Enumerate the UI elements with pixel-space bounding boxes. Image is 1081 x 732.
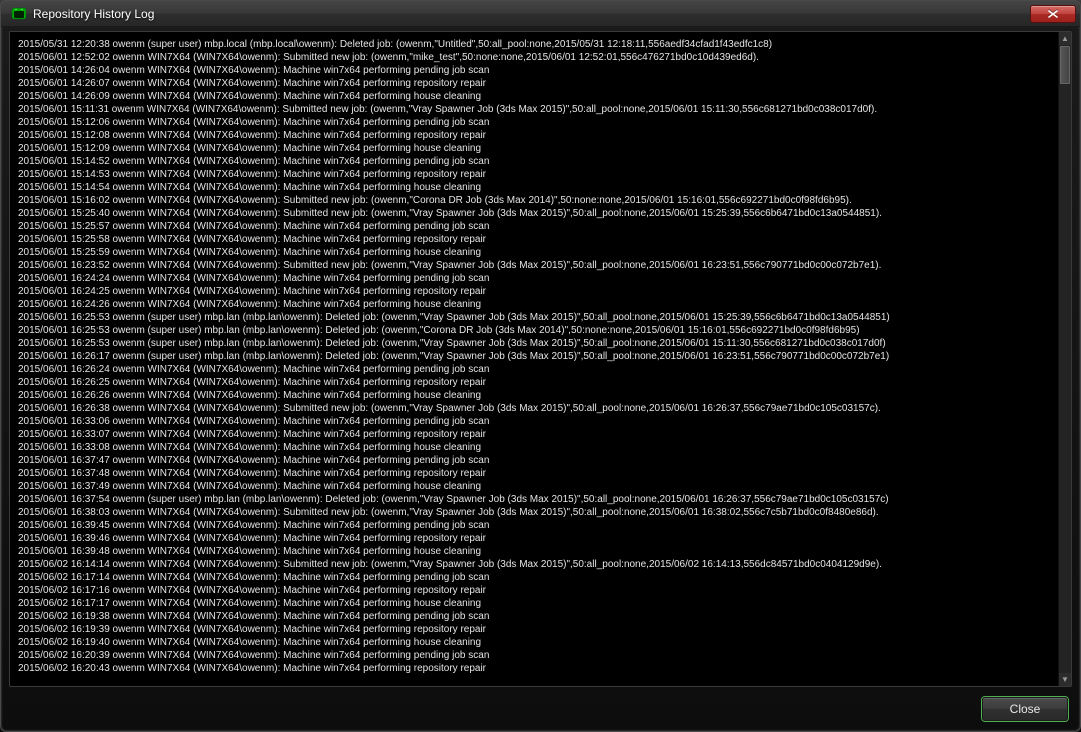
log-line: 2015/06/01 16:38:03 owenm WIN7X64 (WIN7X… — [18, 506, 1050, 519]
log-line: 2015/06/01 16:26:38 owenm WIN7X64 (WIN7X… — [18, 402, 1050, 415]
log-line: 2015/06/01 16:33:08 owenm WIN7X64 (WIN7X… — [18, 441, 1050, 454]
log-line: 2015/06/01 16:26:24 owenm WIN7X64 (WIN7X… — [18, 363, 1050, 376]
dialog-buttons: Close — [982, 697, 1068, 721]
log-panel: 2015/05/31 12:20:38 owenm (super user) m… — [9, 31, 1072, 687]
log-line: 2015/06/02 16:19:38 owenm WIN7X64 (WIN7X… — [18, 610, 1050, 623]
log-line: 2015/06/01 15:12:06 owenm WIN7X64 (WIN7X… — [18, 116, 1050, 129]
window-title: Repository History Log — [33, 7, 1030, 21]
scrollbar-up-arrow-icon[interactable]: ▲ — [1059, 32, 1071, 45]
log-line: 2015/06/01 15:25:57 owenm WIN7X64 (WIN7X… — [18, 220, 1050, 233]
log-line: 2015/06/01 16:39:46 owenm WIN7X64 (WIN7X… — [18, 532, 1050, 545]
log-line: 2015/06/01 16:24:26 owenm WIN7X64 (WIN7X… — [18, 298, 1050, 311]
log-text-area[interactable]: 2015/05/31 12:20:38 owenm (super user) m… — [10, 32, 1058, 686]
log-line: 2015/06/01 16:26:26 owenm WIN7X64 (WIN7X… — [18, 389, 1050, 402]
log-line: 2015/06/01 15:25:59 owenm WIN7X64 (WIN7X… — [18, 246, 1050, 259]
log-line: 2015/06/02 16:20:43 owenm WIN7X64 (WIN7X… — [18, 662, 1050, 675]
log-line: 2015/06/02 16:19:40 owenm WIN7X64 (WIN7X… — [18, 636, 1050, 649]
log-line: 2015/06/01 16:37:49 owenm WIN7X64 (WIN7X… — [18, 480, 1050, 493]
log-line: 2015/06/01 16:23:52 owenm WIN7X64 (WIN7X… — [18, 259, 1050, 272]
log-line: 2015/06/01 15:14:53 owenm WIN7X64 (WIN7X… — [18, 168, 1050, 181]
log-line: 2015/06/01 14:26:07 owenm WIN7X64 (WIN7X… — [18, 77, 1050, 90]
log-line: 2015/06/01 16:33:06 owenm WIN7X64 (WIN7X… — [18, 415, 1050, 428]
log-line: 2015/06/01 16:39:45 owenm WIN7X64 (WIN7X… — [18, 519, 1050, 532]
log-line: 2015/06/01 15:12:08 owenm WIN7X64 (WIN7X… — [18, 129, 1050, 142]
log-line: 2015/06/01 14:26:04 owenm WIN7X64 (WIN7X… — [18, 64, 1050, 77]
log-line: 2015/06/01 15:25:40 owenm WIN7X64 (WIN7X… — [18, 207, 1050, 220]
log-line: 2015/06/01 16:25:53 owenm (super user) m… — [18, 337, 1050, 350]
log-line: 2015/06/02 16:19:39 owenm WIN7X64 (WIN7X… — [18, 623, 1050, 636]
log-line: 2015/06/01 14:26:09 owenm WIN7X64 (WIN7X… — [18, 90, 1050, 103]
log-line: 2015/06/01 16:24:25 owenm WIN7X64 (WIN7X… — [18, 285, 1050, 298]
log-line: 2015/06/01 15:11:31 owenm WIN7X64 (WIN7X… — [18, 103, 1050, 116]
log-line: 2015/06/02 16:17:16 owenm WIN7X64 (WIN7X… — [18, 584, 1050, 597]
log-line: 2015/06/01 15:14:52 owenm WIN7X64 (WIN7X… — [18, 155, 1050, 168]
log-line: 2015/06/01 16:24:24 owenm WIN7X64 (WIN7X… — [18, 272, 1050, 285]
log-line: 2015/06/01 16:26:25 owenm WIN7X64 (WIN7X… — [18, 376, 1050, 389]
log-line: 2015/06/01 16:37:48 owenm WIN7X64 (WIN7X… — [18, 467, 1050, 480]
vertical-scrollbar[interactable]: ▲ ▼ — [1058, 32, 1071, 686]
log-line: 2015/06/01 16:37:54 owenm (super user) m… — [18, 493, 1050, 506]
log-line: 2015/06/01 16:39:48 owenm WIN7X64 (WIN7X… — [18, 545, 1050, 558]
close-button[interactable]: Close — [982, 697, 1068, 721]
log-line: 2015/06/01 12:52:02 owenm WIN7X64 (WIN7X… — [18, 51, 1050, 64]
log-line: 2015/06/02 16:17:17 owenm WIN7X64 (WIN7X… — [18, 597, 1050, 610]
app-icon — [11, 6, 27, 22]
log-line: 2015/06/01 16:37:47 owenm WIN7X64 (WIN7X… — [18, 454, 1050, 467]
log-line: 2015/06/01 15:14:54 owenm WIN7X64 (WIN7X… — [18, 181, 1050, 194]
log-line: 2015/06/01 15:12:09 owenm WIN7X64 (WIN7X… — [18, 142, 1050, 155]
log-line: 2015/06/02 16:20:39 owenm WIN7X64 (WIN7X… — [18, 649, 1050, 662]
window-close-button[interactable] — [1030, 5, 1076, 23]
log-line: 2015/06/02 16:14:14 owenm WIN7X64 (WIN7X… — [18, 558, 1050, 571]
scrollbar-thumb[interactable] — [1060, 46, 1070, 84]
log-line: 2015/06/01 16:25:53 owenm (super user) m… — [18, 311, 1050, 324]
titlebar: Repository History Log — [1, 1, 1080, 27]
log-line: 2015/06/01 15:16:02 owenm WIN7X64 (WIN7X… — [18, 194, 1050, 207]
log-line: 2015/05/31 12:20:38 owenm (super user) m… — [18, 38, 1050, 51]
log-line: 2015/06/01 16:33:07 owenm WIN7X64 (WIN7X… — [18, 428, 1050, 441]
log-line: 2015/06/02 16:17:14 owenm WIN7X64 (WIN7X… — [18, 571, 1050, 584]
log-line: 2015/06/01 16:26:17 owenm (super user) m… — [18, 350, 1050, 363]
log-line: 2015/06/01 15:25:58 owenm WIN7X64 (WIN7X… — [18, 233, 1050, 246]
scrollbar-down-arrow-icon[interactable]: ▼ — [1059, 673, 1071, 686]
log-line: 2015/06/01 16:25:53 owenm (super user) m… — [18, 324, 1050, 337]
